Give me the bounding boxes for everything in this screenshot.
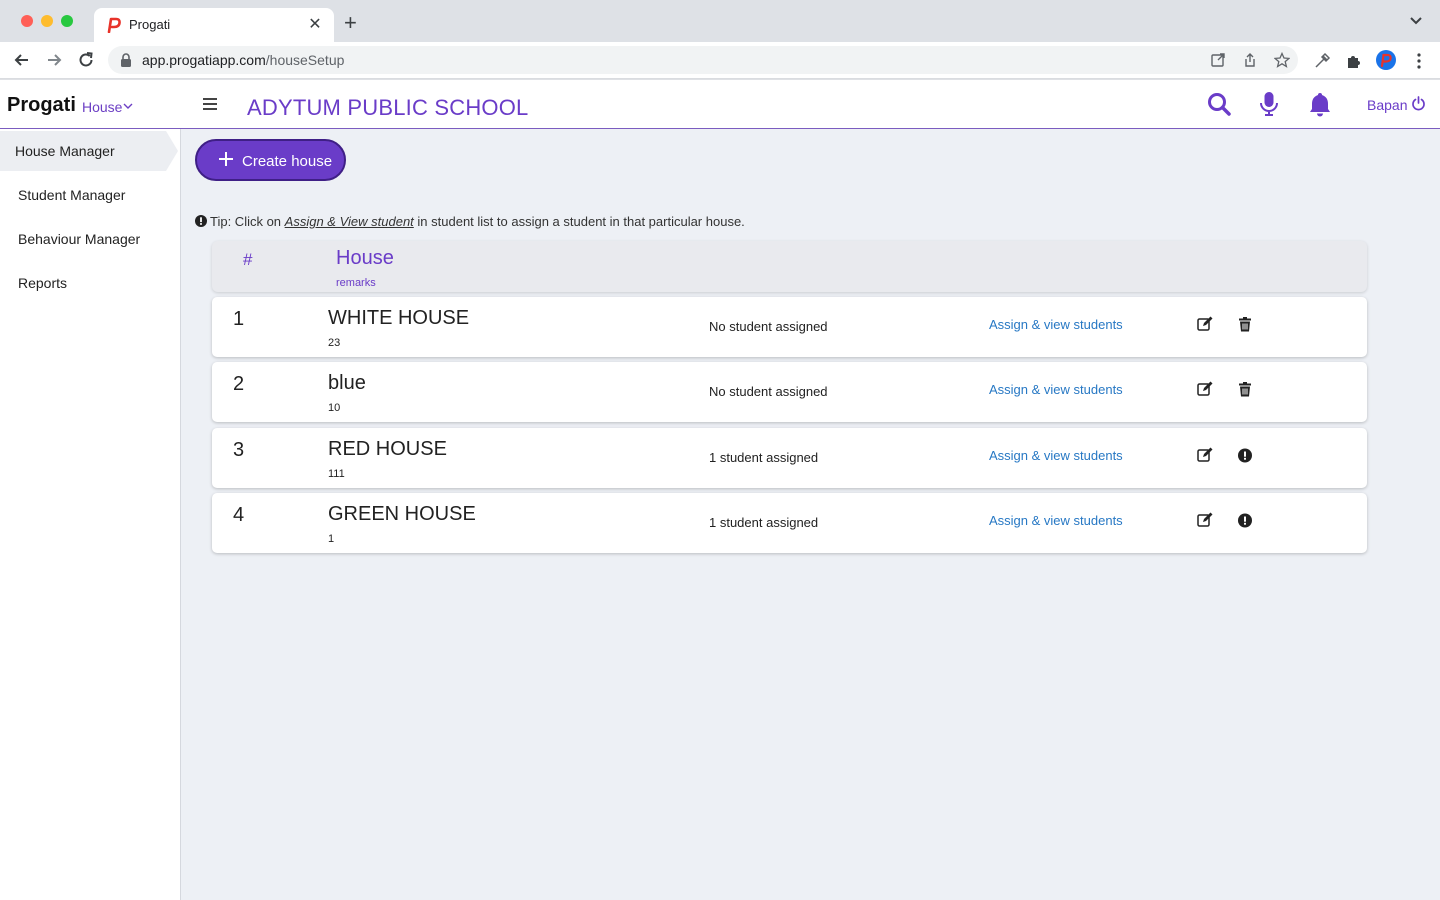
app-root: Progati House ADYTUM PUBLIC SCHOOL Bapan	[0, 80, 1440, 900]
house-name: WHITE HOUSE	[328, 307, 470, 329]
search-icon[interactable]	[1206, 91, 1232, 117]
open-in-app-icon[interactable]	[1210, 52, 1226, 68]
assignment-status: No student assigned	[709, 319, 828, 334]
table-row: 1 WHITE HOUSE 23 No student assigned Ass…	[212, 297, 1367, 357]
lock-icon[interactable]	[120, 53, 132, 67]
edit-icon[interactable]	[1197, 447, 1213, 463]
extensions-puzzle-icon[interactable]	[1345, 52, 1363, 70]
exclamation-circle-icon[interactable]	[1238, 513, 1252, 528]
browser-tab-bar: Progati ✕ +	[0, 0, 1440, 42]
sidebar-item-label: Reports	[18, 275, 68, 291]
house-name: RED HOUSE	[328, 438, 447, 460]
school-name: ADYTUM PUBLIC SCHOOL	[247, 95, 529, 120]
tip-suffix: in student list to assign a student in t…	[417, 214, 745, 229]
url-text[interactable]: app.progatiapp.com/houseSetup	[142, 52, 344, 68]
main-content: Create house Tip: Click on Assign & View…	[182, 129, 1440, 900]
eyedropper-icon[interactable]	[1313, 52, 1331, 70]
sidebar-item-reports[interactable]: Reports	[0, 263, 181, 303]
user-name[interactable]: Bapan	[1367, 97, 1407, 113]
tip-prefix: Tip: Click on	[210, 214, 282, 229]
house-name: GREEN HOUSE	[328, 503, 476, 525]
microphone-icon[interactable]	[1256, 91, 1282, 117]
new-tab-icon[interactable]: +	[344, 12, 357, 34]
tab-search-chevron-icon[interactable]	[1408, 12, 1424, 28]
app-header: Progati House ADYTUM PUBLIC SCHOOL Bapan	[0, 80, 1440, 129]
edit-icon[interactable]	[1197, 316, 1213, 332]
brand-logo[interactable]: Progati	[7, 94, 76, 117]
table-row: 2 blue 10 No student assigned Assign & v…	[212, 362, 1367, 422]
column-header-house: House	[336, 247, 394, 269]
browser-menu-icon[interactable]	[1410, 52, 1428, 70]
plus-icon	[219, 152, 233, 166]
table-row: 3 RED HOUSE 111 1 student assigned Assig…	[212, 428, 1367, 488]
table-row: 4 GREEN HOUSE 1 1 student assigned Assig…	[212, 493, 1367, 553]
sidebar-item-student-manager[interactable]: Student Manager	[0, 175, 181, 215]
power-logout-icon[interactable]	[1411, 96, 1426, 111]
address-bar[interactable]: app.progatiapp.com/houseSetup	[108, 46, 1298, 74]
sidebar-item-label: Student Manager	[18, 187, 126, 203]
sidebar-item-label: Behaviour Manager	[18, 231, 141, 247]
assign-view-students-link[interactable]: Assign & view students	[989, 382, 1123, 397]
create-house-button[interactable]: Create house	[195, 139, 346, 181]
row-number: 4	[233, 504, 245, 526]
edit-icon[interactable]	[1197, 381, 1213, 397]
sidebar-item-house-manager[interactable]: House Manager	[0, 131, 178, 171]
window-close-button[interactable]	[21, 15, 33, 27]
browser-tab[interactable]: Progati ✕	[94, 8, 334, 42]
module-selector[interactable]: House	[82, 99, 122, 115]
house-remark: 1	[328, 533, 335, 545]
profile-avatar[interactable]	[1376, 50, 1396, 70]
trash-icon[interactable]	[1238, 382, 1252, 397]
exclamation-circle-icon[interactable]	[1238, 448, 1252, 463]
house-remark: 23	[328, 337, 341, 349]
assign-view-students-link[interactable]: Assign & view students	[989, 513, 1123, 528]
house-remark: 111	[328, 468, 345, 480]
sidebar-item-label: House Manager	[15, 143, 115, 159]
assign-view-students-link[interactable]: Assign & view students	[989, 448, 1123, 463]
sidebar: House Manager Student Manager Behaviour …	[0, 129, 181, 900]
notification-bell-icon[interactable]	[1307, 91, 1333, 117]
house-remark: 10	[328, 402, 341, 414]
assignment-status: 1 student assigned	[709, 450, 819, 465]
reload-icon[interactable]	[76, 50, 96, 70]
chevron-down-icon[interactable]	[123, 102, 133, 110]
create-house-label: Create house	[242, 153, 333, 170]
tab-title: Progati	[129, 17, 171, 32]
window-minimize-button[interactable]	[41, 15, 53, 27]
assignment-status: 1 student assigned	[709, 515, 819, 530]
tip-link[interactable]: Assign & View student	[285, 214, 414, 229]
browser-toolbar: app.progatiapp.com/houseSetup	[0, 42, 1440, 79]
window-zoom-button[interactable]	[61, 15, 73, 27]
hamburger-menu-icon[interactable]	[203, 98, 217, 110]
bookmark-star-icon[interactable]	[1274, 52, 1290, 68]
assign-view-students-link[interactable]: Assign & view students	[989, 317, 1123, 332]
house-name: blue	[328, 372, 366, 394]
table-header: # House remarks	[212, 241, 1367, 292]
row-number: 2	[233, 373, 245, 395]
tip-text: Tip: Click on Assign & View student in s…	[195, 214, 745, 229]
row-number: 1	[233, 308, 245, 330]
assignment-status: No student assigned	[709, 384, 828, 399]
column-header-number: #	[243, 250, 253, 269]
sidebar-item-behaviour-manager[interactable]: Behaviour Manager	[0, 219, 181, 259]
profile-logo-icon	[1380, 53, 1392, 68]
progati-favicon-icon	[107, 17, 121, 33]
edit-icon[interactable]	[1197, 512, 1213, 528]
column-header-remarks: remarks	[336, 277, 376, 289]
info-circle-icon	[195, 215, 207, 227]
row-number: 3	[233, 439, 245, 461]
tab-close-icon[interactable]: ✕	[306, 14, 324, 34]
forward-arrow-icon[interactable]	[44, 50, 64, 70]
trash-icon[interactable]	[1238, 317, 1252, 332]
share-icon[interactable]	[1242, 52, 1258, 68]
back-arrow-icon[interactable]	[12, 50, 32, 70]
